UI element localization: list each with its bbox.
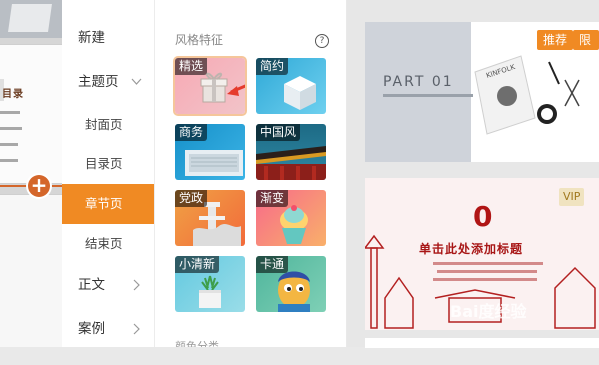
tile-label: 简约 xyxy=(256,58,289,75)
nav-item-label: 封面页 xyxy=(85,117,123,132)
style-tile-fresh[interactable]: 小清新 xyxy=(175,256,245,312)
slide-title: 目录 xyxy=(2,89,24,100)
nav-item-label: 案例 xyxy=(78,321,105,337)
style-panel: 风格特征 ? 精选 简约 商务 中国风 党政 渐变 小清新 卡通 颜色分类 xyxy=(155,0,346,347)
section-number: 0 xyxy=(473,200,493,233)
tile-label: 渐变 xyxy=(256,190,289,207)
nav-item-label: 目录页 xyxy=(85,156,123,171)
slide-thumbnail-1[interactable] xyxy=(0,0,62,38)
nav-item-body[interactable]: 正文 xyxy=(62,265,154,305)
panel-title: 风格特征 xyxy=(175,33,224,47)
nav-item-label: 新建 xyxy=(78,30,105,46)
tile-label: 商务 xyxy=(175,124,208,141)
slide-thumbnail-3[interactable] xyxy=(0,194,62,347)
slide-thumbnail-2[interactable]: 目录 xyxy=(0,44,62,184)
watermark: Bai度经验 xyxy=(450,302,527,321)
nav-item-new[interactable]: 新建 xyxy=(62,18,154,58)
nav-item-section[interactable]: 章节页 xyxy=(62,184,154,224)
nav-item-label: 章节页 xyxy=(85,196,123,211)
tile-label: 小清新 xyxy=(175,256,220,273)
color-category-label: 颜色分类 xyxy=(175,340,219,347)
template-card-1[interactable]: PART 01 KINFOLK 推荐 限免 xyxy=(365,22,599,162)
tile-label: 党政 xyxy=(175,190,208,207)
template-title: PART 01 xyxy=(383,74,454,90)
nav-item-cases[interactable]: 案例 xyxy=(62,309,154,349)
style-tile-chinese[interactable]: 中国风 xyxy=(256,124,326,180)
nav-item-toc[interactable]: 目录页 xyxy=(62,144,154,184)
style-tile-business[interactable]: 商务 xyxy=(175,124,245,180)
style-tile-party[interactable]: 党政 xyxy=(175,190,245,246)
nav-item-theme[interactable]: 主题页 xyxy=(62,62,154,102)
style-tile-cartoon[interactable]: 卡通 xyxy=(256,256,326,312)
help-icon[interactable]: ? xyxy=(315,34,329,48)
template-headline: 单击此处添加标题 xyxy=(419,242,524,256)
style-tile-minimal[interactable]: 简约 xyxy=(256,58,326,114)
add-slide-button[interactable]: + xyxy=(28,175,50,197)
template-category-nav: 新建 主题页 封面页 目录页 章节页 结束页 正文 案例 xyxy=(62,0,155,347)
template-preview-list: PART 01 KINFOLK 推荐 限免 0 单击此处添加标题 xyxy=(347,0,599,348)
nav-item-end[interactable]: 结束页 xyxy=(62,224,154,264)
nav-item-label: 正文 xyxy=(78,277,105,293)
style-tile-gradient[interactable]: 渐变 xyxy=(256,190,326,246)
recommend-badge: 推荐 xyxy=(537,30,574,50)
nav-item-cover[interactable]: 封面页 xyxy=(62,105,154,145)
tile-label: 精选 xyxy=(175,58,208,75)
free-badge: 限免 xyxy=(573,30,599,67)
nav-item-label: 主题页 xyxy=(78,74,119,90)
vip-badge: VIP xyxy=(559,188,585,206)
style-tile-featured[interactable]: 精选 xyxy=(175,58,245,114)
tile-label: 卡通 xyxy=(256,256,289,273)
tile-label: 中国风 xyxy=(256,124,301,141)
chevron-right-icon xyxy=(131,309,142,365)
nav-item-label: 结束页 xyxy=(85,236,123,251)
